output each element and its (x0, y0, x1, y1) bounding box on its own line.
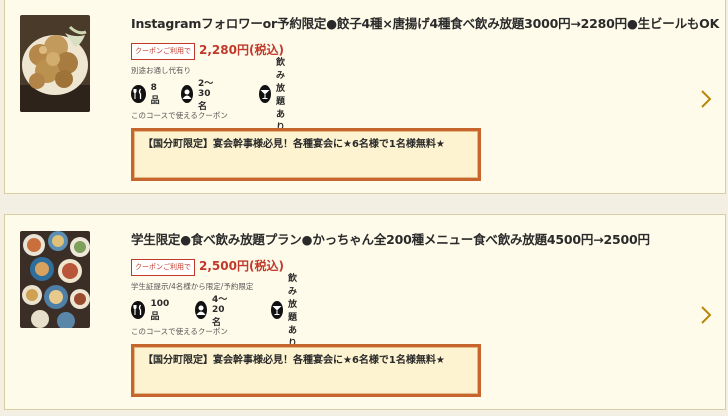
drink-option-label: 飲み放題あり (276, 58, 286, 133)
course-photo-spread[interactable] (20, 231, 90, 328)
course-note: 学生証提示/4名様から限定/予約限定 (131, 282, 254, 291)
people-range: 2～30名 (181, 79, 217, 112)
people-range-label: 4～20名 (212, 295, 228, 328)
drink-option: 飲み放題あり (271, 274, 303, 349)
course-price: 2,500円(税込) (199, 259, 284, 273)
fork-knife-icon (131, 85, 146, 103)
course-note: 別途お通し代有り (131, 66, 191, 75)
cocktail-glass-icon (259, 85, 271, 103)
course-card[interactable]: Instagramフォロワーor予約限定●餃子4種×唐揚げ4種食べ飲み放題300… (4, 0, 726, 194)
course-coupon-label: このコースで使えるクーポン (131, 111, 228, 120)
dishes-count: 100品 (131, 298, 173, 322)
coupon-box[interactable]: 【国分町限定】宴会幹事様必見！各種宴会に★6名様で1名様無料★ (131, 128, 481, 181)
dishes-count-label: 8品 (150, 82, 160, 106)
coupon-box[interactable]: 【国分町限定】宴会幹事様必見！各種宴会に★6名様で1名様無料★ (131, 344, 481, 397)
coupon-badge: クーポンご利用で (131, 43, 195, 60)
chevron-right-icon[interactable] (699, 89, 713, 109)
course-title[interactable]: Instagramフォロワーor予約限定●餃子4種×唐揚げ4種食べ飲み放題300… (131, 16, 719, 32)
cocktail-glass-icon (271, 301, 283, 319)
course-coupon-label: このコースで使えるクーポン (131, 327, 228, 336)
course-photo-karaage[interactable] (20, 15, 90, 112)
dishes-count: 8品 (131, 82, 163, 106)
people-range: 4～20名 (195, 295, 231, 328)
course-card[interactable]: 学生限定●食べ飲み放題プラン●かっちゃん全200種メニュー食べ飲み放題4500円… (4, 214, 726, 410)
person-icon (195, 301, 207, 319)
course-price: 2,280円(税込) (199, 43, 284, 57)
person-icon (181, 85, 193, 103)
drink-option-label: 飲み放題あり (288, 274, 298, 349)
drink-option: 飲み放題あり (259, 58, 291, 133)
course-title[interactable]: 学生限定●食べ飲み放題プラン●かっちゃん全200種メニュー食べ飲み放題4500円… (131, 232, 701, 248)
fork-knife-icon (131, 301, 146, 319)
coupon-badge: クーポンご利用で (131, 259, 195, 276)
people-range-label: 2～30名 (198, 79, 214, 112)
dishes-count-label: 100品 (150, 298, 170, 322)
chevron-right-icon[interactable] (699, 305, 713, 325)
